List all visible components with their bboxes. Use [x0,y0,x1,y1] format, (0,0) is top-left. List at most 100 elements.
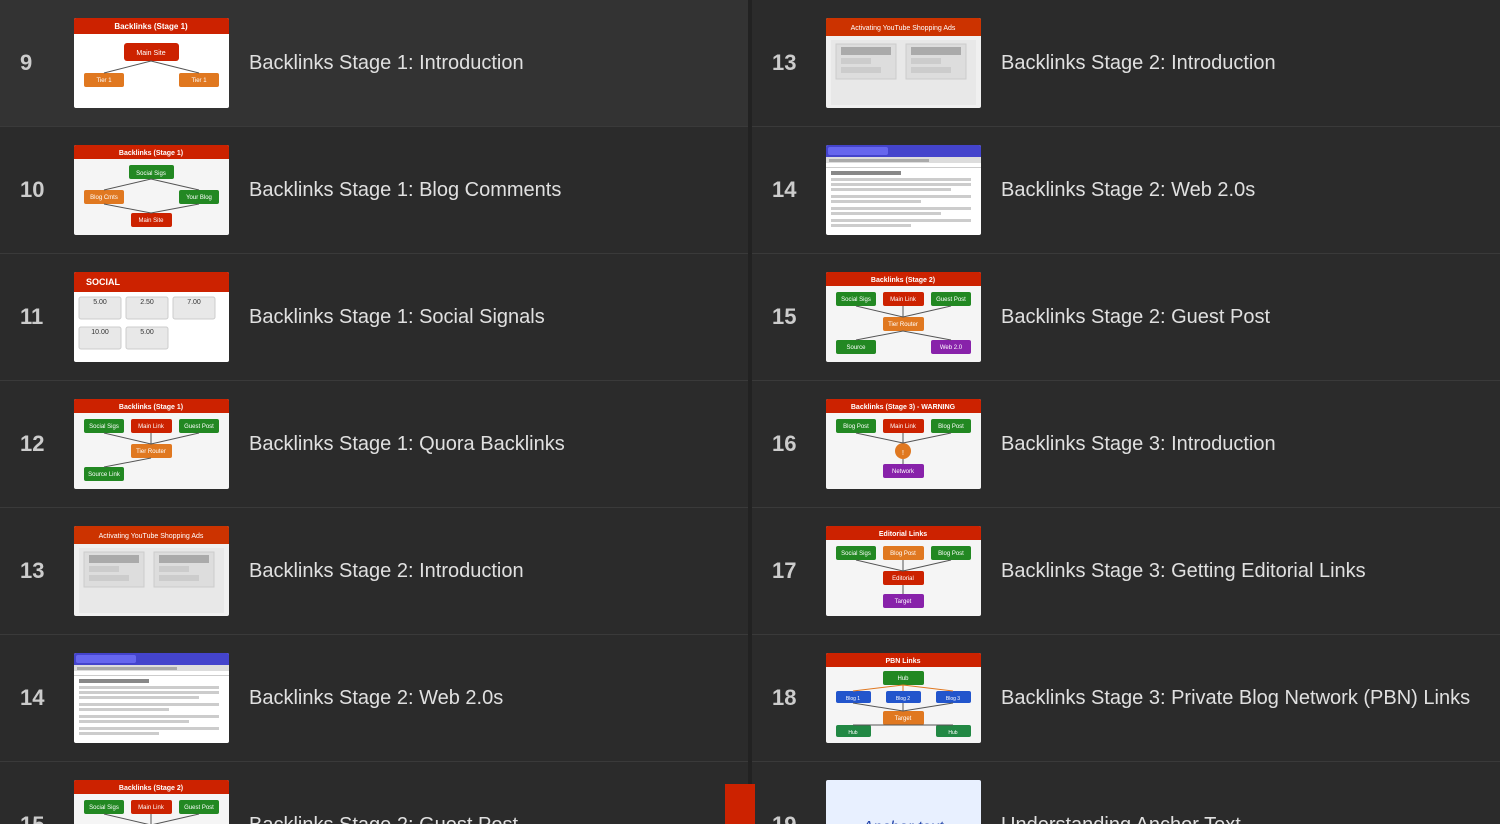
item-thumbnail: Backlinks (Stage 2) Social Sigs Main Lin… [74,780,229,824]
item-thumbnail: Backlinks (Stage 1) Social Sigs Blog Cmt… [74,145,229,235]
list-item[interactable]: 18 PBN Links Hub Blog 1 Blog 2 Blog 3 Ta… [752,635,1500,762]
list-item[interactable]: 10 Backlinks (Stage 1) Social Sigs Blog … [0,127,748,254]
list-item[interactable]: 14 Backlinks Stage 2: Web 2.0s [752,127,1500,254]
svg-text:Blog 2: Blog 2 [896,696,910,702]
list-item[interactable]: 13 Activating YouTube Shopping Ads Backl… [752,0,1500,127]
svg-text:Network: Network [892,469,915,475]
item-title: Backlinks Stage 2: Guest Post [1001,303,1270,331]
svg-text:Hub: Hub [897,676,909,682]
right-panel[interactable]: 13 Activating YouTube Shopping Ads Backl… [752,0,1500,824]
item-number: 16 [772,431,812,457]
item-thumbnail [826,145,981,235]
item-number: 9 [20,50,60,76]
list-item[interactable]: 15 Backlinks (Stage 2) Social Sigs Main … [0,762,748,824]
svg-text:10.00: 10.00 [91,329,109,336]
item-thumbnail [74,653,229,743]
item-number: 14 [772,177,812,203]
item-thumbnail: Backlinks (Stage 2) Social Sigs Main Lin… [826,272,981,362]
svg-text:5.00: 5.00 [140,329,154,336]
svg-text:Hub: Hub [848,730,857,736]
svg-text:Social Sigs: Social Sigs [89,424,119,430]
item-number: 15 [20,812,60,824]
item-title: Backlinks Stage 2: Web 2.0s [1001,176,1255,204]
svg-text:Editorial Links: Editorial Links [879,531,927,538]
svg-text:Backlinks (Stage 2): Backlinks (Stage 2) [119,785,183,792]
svg-text:Source Link: Source Link [88,472,121,478]
svg-text:Source: Source [846,345,866,351]
svg-text:Target: Target [895,716,912,722]
svg-text:2.50: 2.50 [140,299,154,306]
svg-text:Backlinks (Stage 1): Backlinks (Stage 1) [119,404,183,411]
item-title: Backlinks Stage 2: Introduction [249,557,524,585]
list-item[interactable]: 14 Backlinks Stage 2: Web 2.0s [0,635,748,762]
svg-text:Web 2.0: Web 2.0 [940,345,963,351]
svg-text:Social Sigs: Social Sigs [841,551,871,557]
svg-text:Backlinks (Stage 2): Backlinks (Stage 2) [871,277,935,284]
list-item[interactable]: 11 SOCIAL 5.00 2.50 7.00 10.00 5.00 Back… [0,254,748,381]
item-thumbnail: Editorial Links Social Sigs Blog Post Bl… [826,526,981,616]
item-title: Backlinks Stage 1: Blog Comments [249,176,561,204]
svg-text:Social Sigs: Social Sigs [89,805,119,811]
item-title: Understanding Anchor Text [1001,811,1241,824]
item-thumbnail: PBN Links Hub Blog 1 Blog 2 Blog 3 Targe… [826,653,981,743]
svg-text:Editorial: Editorial [892,576,914,582]
svg-text:Blog 1: Blog 1 [846,696,860,702]
svg-text:SOCIAL: SOCIAL [86,277,121,287]
svg-text:Your Blog: Your Blog [186,195,212,201]
svg-text:Backlinks (Stage 3) - WARNING: Backlinks (Stage 3) - WARNING [851,404,956,411]
item-thumbnail: Backlinks (Stage 1) Main Site Tier 1 Tie… [74,18,229,108]
list-item[interactable]: 19 Anchor text Understanding Anchor Text [752,762,1500,824]
item-title: Backlinks Stage 2: Guest Post [249,811,518,824]
item-title: Backlinks Stage 2: Introduction [1001,49,1276,77]
svg-text:Main Link: Main Link [890,424,917,430]
svg-text:Target: Target [895,599,912,605]
item-number: 18 [772,685,812,711]
item-number: 10 [20,177,60,203]
list-item[interactable]: 15 Backlinks (Stage 2) Social Sigs Main … [752,254,1500,381]
item-title: Backlinks Stage 3: Getting Editorial Lin… [1001,557,1366,585]
svg-text:Blog 3: Blog 3 [946,696,960,702]
item-title: Backlinks Stage 3: Introduction [1001,430,1276,458]
svg-text:Blog Post: Blog Post [938,551,964,557]
list-item[interactable]: 17 Editorial Links Social Sigs Blog Post… [752,508,1500,635]
item-thumbnail: Activating YouTube Shopping Ads [826,18,981,108]
item-thumbnail: Backlinks (Stage 1) Social Sigs Main Lin… [74,399,229,489]
item-number: 19 [772,812,812,824]
svg-text:Guest Post: Guest Post [184,805,214,811]
list-item[interactable]: 13 Activating YouTube Shopping Ads Backl… [0,508,748,635]
item-number: 17 [772,558,812,584]
svg-text:Social Sigs: Social Sigs [841,297,871,303]
item-number: 15 [772,304,812,330]
svg-text:Main Site: Main Site [136,50,165,57]
list-item[interactable]: 16 Backlinks (Stage 3) - WARNING Blog Po… [752,381,1500,508]
svg-text:Tier 1: Tier 1 [96,78,112,84]
svg-text:Blog Post: Blog Post [890,551,916,557]
red-accent-bar [725,784,755,824]
item-number: 11 [20,304,60,330]
svg-text:Guest Post: Guest Post [184,424,214,430]
item-thumbnail: Anchor text [826,780,981,824]
svg-text:Social Sigs: Social Sigs [136,171,166,177]
left-panel[interactable]: 9 Backlinks (Stage 1) Main Site Tier 1 T… [0,0,748,824]
list-item[interactable]: 12 Backlinks (Stage 1) Social Sigs Main … [0,381,748,508]
svg-text:Tier Router: Tier Router [136,449,166,455]
svg-text:Blog Cmts: Blog Cmts [90,195,118,201]
item-thumbnail: SOCIAL 5.00 2.50 7.00 10.00 5.00 [74,272,229,362]
svg-text:Backlinks (Stage 1): Backlinks (Stage 1) [114,22,188,31]
svg-text:Main Link: Main Link [138,805,165,811]
svg-text:!: ! [902,450,904,457]
svg-text:Tier Router: Tier Router [888,322,918,328]
svg-text:Guest Post: Guest Post [936,297,966,303]
item-title: Backlinks Stage 1: Introduction [249,49,524,77]
item-title: Backlinks Stage 3: Private Blog Network … [1001,684,1470,712]
list-item[interactable]: 9 Backlinks (Stage 1) Main Site Tier 1 T… [0,0,748,127]
item-title: Backlinks Stage 2: Web 2.0s [249,684,503,712]
svg-text:Activating YouTube Shopping Ad: Activating YouTube Shopping Ads [851,25,956,32]
item-number: 12 [20,431,60,457]
item-thumbnail: Backlinks (Stage 3) - WARNING Blog Post … [826,399,981,489]
item-title: Backlinks Stage 1: Social Signals [249,303,545,331]
svg-text:PBN Links: PBN Links [885,658,920,665]
svg-text:Blog Post: Blog Post [843,424,869,430]
svg-text:Hub: Hub [948,730,957,736]
item-number: 13 [772,50,812,76]
